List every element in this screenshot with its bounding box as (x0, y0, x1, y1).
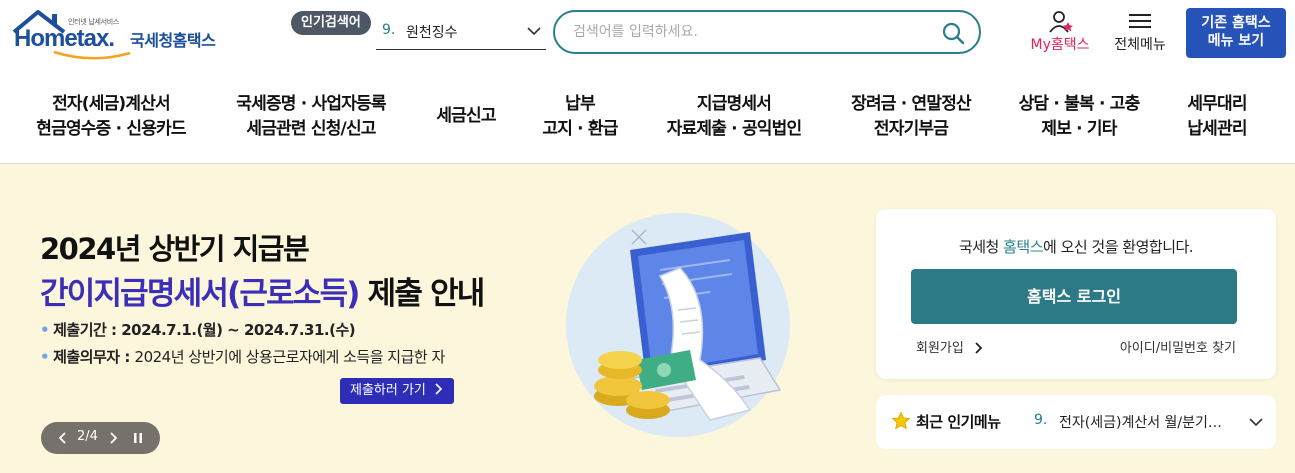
nav-item-line1: 상담 · 불복 · 고충 (1018, 94, 1141, 114)
hometax-logo[interactable]: 인터넷 납세서비스 Hometax. 국세청홈택스 (12, 8, 232, 60)
banner-pager: 2/4 (41, 422, 160, 454)
bullet-dot-icon: • (40, 321, 50, 339)
nav-item-line1: 지급명세서 (696, 94, 772, 114)
popular-search-badge: 인기검색어 (291, 11, 371, 35)
banner-title-line1: 2024년 상반기 지급분 (40, 232, 310, 266)
next-slide-icon[interactable] (105, 430, 121, 446)
nav-item-payment[interactable]: 납부 고지 · 환급 (530, 92, 630, 142)
recent-menu-title: 최근 인기메뉴 (916, 413, 1001, 431)
nav-item-line1: 세무대리 (1187, 94, 1247, 114)
nav-item-line1: 장려금 · 연말정산 (851, 94, 972, 114)
nav-item-line2: 납세관리 (1187, 119, 1247, 139)
find-account-link[interactable]: 아이디/비밀번호 찾기 (1120, 337, 1236, 356)
nav-item-line2: 제보 · 기타 (1041, 119, 1117, 139)
my-hometax-label: My홈택스 (1030, 37, 1090, 53)
login-button[interactable]: 홈택스 로그인 (911, 269, 1237, 324)
nav-item-line1: 납부 (565, 94, 595, 114)
nav-item-e-invoice[interactable]: 전자(세금)계산서 현금영수증 · 신용카드 (30, 92, 192, 142)
popular-search-term[interactable]: 원천징수 (406, 22, 458, 42)
recent-menu-item[interactable]: 전자(세금)계산서 월/분기별 합계 조회 (1059, 412, 1229, 432)
recent-popular-menu: 최근 인기메뉴 9. 전자(세금)계산서 월/분기별 합계 조회 (876, 395, 1276, 449)
pause-icon[interactable] (131, 431, 145, 445)
join-label: 회원가입 (916, 341, 964, 356)
nav-item-line2: 세금관련 신청/신고 (246, 119, 376, 139)
header: 인터넷 납세서비스 Hometax. 국세청홈택스 인기검색어 9. 원천징수 (0, 0, 1295, 66)
nav-item-tax-agent[interactable]: 세무대리 납세관리 (1172, 92, 1262, 142)
banner-bullet-period: • 제출기간 : 2024.7.1.(월) ~ 2024.7.31.(수) (40, 319, 356, 340)
popular-search-select[interactable]: 9. 원천징수 (376, 14, 546, 50)
nav-item-payment-statements[interactable]: 지급명세서 자료제출 · 공익법인 (656, 92, 812, 142)
main-banner: 2024년 상반기 지급분 간이지급명세서(근로소득) 제출 안내 • 제출기간 … (0, 164, 1295, 473)
recent-menu-rank: 9. (1034, 412, 1048, 428)
main-navigation: 전자(세금)계산서 현금영수증 · 신용카드 국세증명 · 사업자등록 세금관련… (0, 66, 1295, 164)
my-hometax-button[interactable]: My홈택스 (1022, 10, 1098, 56)
popular-search-rank: 9. (382, 22, 396, 38)
chevron-down-icon[interactable] (1248, 416, 1264, 428)
nav-item-line2: 전자기부금 (873, 119, 949, 139)
star-icon (891, 411, 911, 430)
prev-slide-icon[interactable] (55, 430, 71, 446)
banner-bullet-obligor: • 제출의무자 : 2024년 상반기에 상용근로자에게 소득을 지급한 자 (40, 346, 445, 367)
nav-item-line1: 전자(세금)계산서 (52, 94, 171, 114)
all-menu-label: 전체메뉴 (1114, 37, 1166, 53)
chevron-down-icon[interactable] (526, 25, 542, 37)
logo-swoosh-icon (53, 50, 131, 60)
banner-title-line2: 간이지급명세서(근로소득) 제출 안내 (40, 268, 486, 313)
nav-item-certificates[interactable]: 국세증명 · 사업자등록 세금관련 신청/신고 (226, 92, 396, 142)
hamburger-menu-icon (1129, 14, 1151, 28)
slide-counter: 2/4 (77, 429, 98, 444)
banner-period-text: 제출기간 : 2024.7.1.(월) ~ 2024.7.31.(수) (53, 321, 356, 339)
chevron-right-icon (435, 383, 443, 395)
user-icon (1049, 11, 1073, 33)
nav-item-line1: 국세증명 · 사업자등록 (236, 94, 386, 114)
all-menu-button[interactable]: 전체메뉴 (1106, 10, 1174, 56)
nav-item-incentives[interactable]: 장려금 · 연말정산 전자기부금 (838, 92, 984, 142)
join-link[interactable]: 회원가입 (916, 337, 984, 356)
welcome-message: 국세청 홈택스에 오신 것을 환영합니다. (876, 236, 1276, 257)
nav-item-tax-filing[interactable]: 세금신고 (428, 104, 504, 129)
nav-item-line2: 고지 · 환급 (542, 119, 618, 139)
laptop-coins-illustration (566, 213, 790, 437)
submit-now-button[interactable]: 제출하러 가기 (340, 378, 455, 404)
welcome-prefix: 국세청 (958, 238, 1004, 256)
slide-total: 4 (89, 429, 98, 444)
nav-item-line1: 세금신고 (436, 106, 496, 126)
search-input[interactable] (573, 21, 933, 43)
chevron-right-icon (975, 342, 983, 354)
search-box (553, 10, 981, 54)
logo-wordmark: Hometax. (14, 25, 115, 52)
nav-item-line2: 현금영수증 · 신용카드 (36, 119, 186, 139)
search-icon[interactable] (941, 21, 965, 45)
banner-obligor-value: 2024년 상반기에 상용근로자에게 소득을 지급한 자 (134, 348, 446, 366)
banner-obligor-key: 제출의무자 : (53, 348, 135, 366)
welcome-suffix: 에 오신 것을 환영합니다. (1043, 238, 1194, 256)
logo-subtitle: 국세청홈택스 (130, 31, 216, 50)
legacy-menu-line2: 메뉴 보기 (1207, 33, 1265, 49)
nav-item-consulting[interactable]: 상담 · 불복 · 고충 제보 · 기타 (1008, 92, 1150, 142)
legacy-menu-button[interactable]: 기존 홈택스 메뉴 보기 (1186, 8, 1286, 58)
banner-title-rest: 제출 안내 (358, 276, 486, 312)
nav-item-line2: 자료제출 · 공익법인 (666, 119, 802, 139)
banner-title-highlight: 간이지급명세서(근로소득) (40, 276, 360, 312)
bullet-dot-icon: • (40, 348, 50, 366)
login-card: 국세청 홈택스에 오신 것을 환영합니다. 홈택스 로그인 회원가입 아이디/비… (876, 209, 1276, 379)
welcome-brand: 홈택스 (1003, 238, 1043, 256)
submit-now-label: 제출하러 가기 (350, 383, 426, 398)
legacy-menu-line1: 기존 홈택스 (1201, 15, 1271, 31)
